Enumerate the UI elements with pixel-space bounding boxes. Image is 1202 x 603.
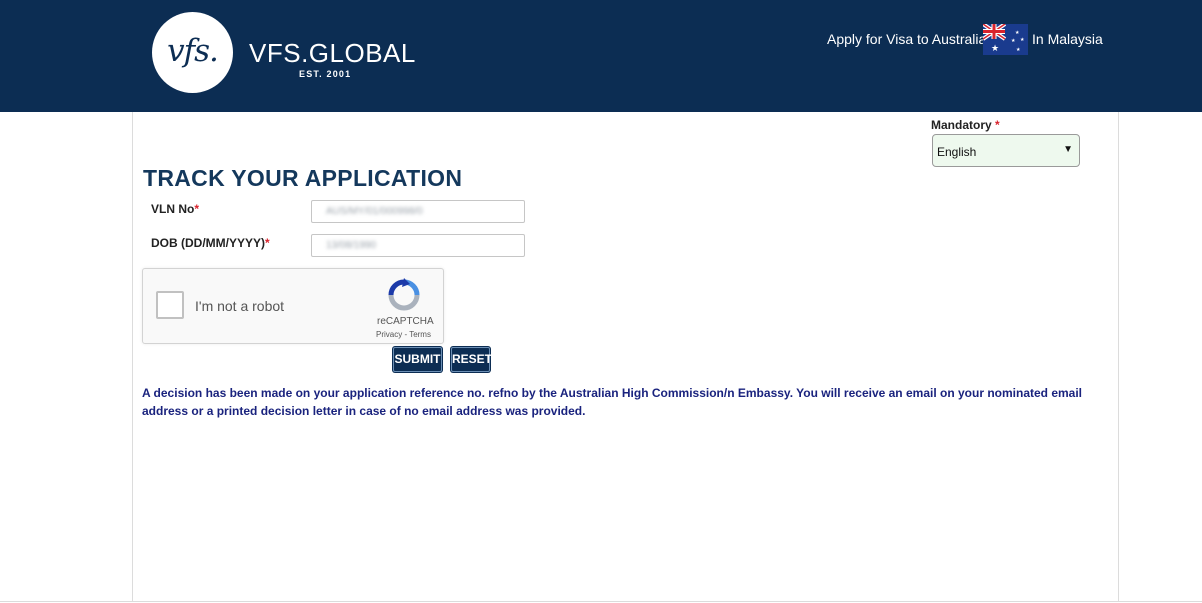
dropdown-arrow-icon: ▼ xyxy=(1063,144,1073,155)
svg-text:★: ★ xyxy=(1020,37,1025,43)
logo-mark: vfs. xyxy=(167,33,219,69)
recaptcha-label: I'm not a robot xyxy=(195,298,285,314)
vln-label: VLN No* xyxy=(151,202,199,216)
location-text: In Malaysia xyxy=(1032,31,1103,47)
apply-visa-text: Apply for Visa to Australia xyxy=(827,31,987,47)
submit-button[interactable]: SUBMIT xyxy=(393,347,442,372)
mandatory-label: Mandatory * xyxy=(931,118,1000,132)
required-marker: * xyxy=(265,236,270,250)
recaptcha-checkbox[interactable] xyxy=(156,291,184,319)
status-message: A decision has been made on your applica… xyxy=(142,386,1083,418)
australia-flag-icon: ★ ★ ★ ★ ★ xyxy=(983,24,1028,55)
recaptcha-links[interactable]: Privacy - Terms xyxy=(376,330,431,339)
vln-input[interactable]: AUS/MY/01/000998/0 xyxy=(311,200,525,223)
required-marker: * xyxy=(995,118,1000,132)
site-header: vfs. VFS.GLOBAL EST. 2001 Apply for Visa… xyxy=(0,0,1202,112)
vln-input-value: AUS/MY/01/000998/0 xyxy=(326,206,423,217)
svg-text:★: ★ xyxy=(1015,30,1020,36)
dob-label-text: DOB (DD/MM/YYYY) xyxy=(151,236,265,250)
dob-label: DOB (DD/MM/YYYY)* xyxy=(151,236,270,250)
vfs-logo[interactable]: vfs. xyxy=(152,12,233,93)
recaptcha-logo-icon xyxy=(388,278,420,311)
svg-text:★: ★ xyxy=(1016,47,1021,53)
page-title: TRACK YOUR APPLICATION xyxy=(143,165,463,191)
recaptcha-widget: I'm not a robot reCAPTCHA Privacy - Term… xyxy=(142,268,444,344)
bottom-divider xyxy=(0,601,1202,602)
vln-label-text: VLN No xyxy=(151,202,195,216)
language-selected-value: English xyxy=(937,145,977,159)
dob-input[interactable]: 13/08/1990 xyxy=(311,234,525,257)
required-marker: * xyxy=(194,202,200,216)
svg-text:★: ★ xyxy=(1011,38,1016,44)
svg-text:★: ★ xyxy=(991,44,999,54)
dob-input-value: 13/08/1990 xyxy=(326,240,377,251)
language-select[interactable]: English ▼ xyxy=(932,134,1080,167)
brand-name: VFS.GLOBAL xyxy=(249,38,416,68)
reset-button[interactable]: RESET xyxy=(451,347,492,372)
recaptcha-brand: reCAPTCHA xyxy=(377,316,434,327)
established-year: EST. 2001 xyxy=(299,69,352,79)
mandatory-text: Mandatory xyxy=(931,118,992,132)
